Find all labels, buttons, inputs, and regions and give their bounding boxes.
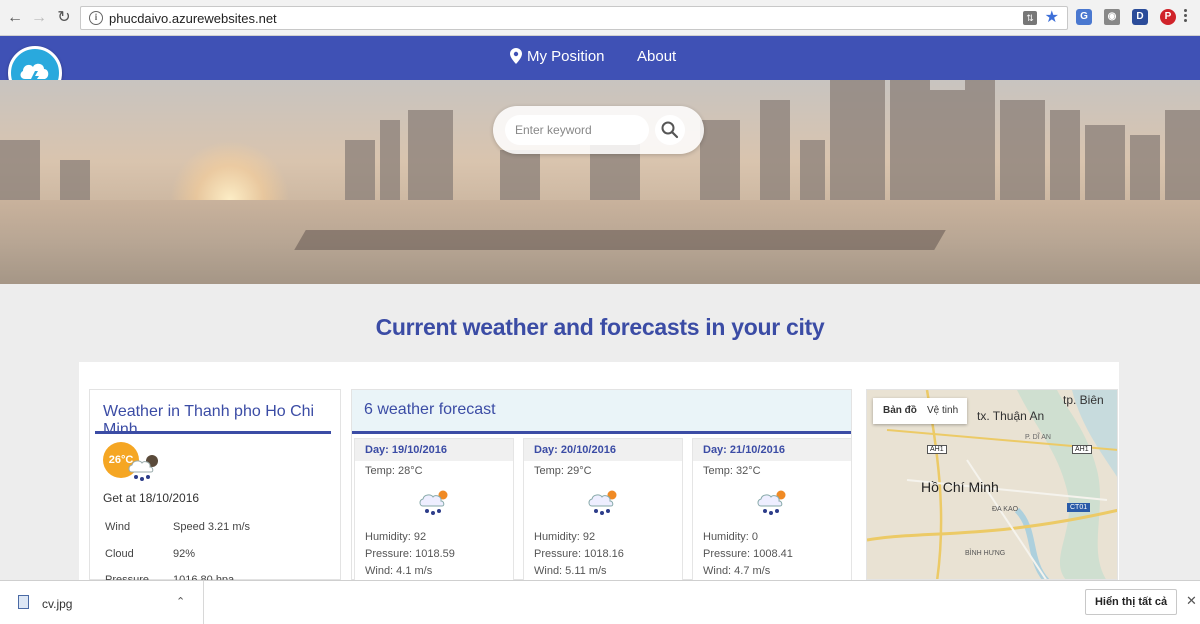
d-extension-label: D bbox=[1136, 11, 1144, 22]
updated-at: Get at 18/10/2016 bbox=[103, 491, 200, 505]
page-heading: Current weather and forecasts in your ci… bbox=[375, 314, 825, 340]
search-input[interactable] bbox=[505, 115, 649, 145]
pier bbox=[294, 230, 946, 250]
forecast-temp: Temp: 32°C bbox=[703, 465, 761, 477]
forecast-pressure: Pressure: 1018.59 bbox=[365, 548, 455, 560]
forecast-humidity: Humidity: 0 bbox=[703, 531, 759, 543]
forecast-header: 6 weather forecast bbox=[352, 390, 851, 434]
forecast-day-card: Day: 19/10/2016 Temp: 28°C Humidity: 92 … bbox=[354, 438, 514, 581]
forecast-humidity: Humidity: 92 bbox=[534, 531, 596, 543]
map-type-tabs: Bản đồ Vệ tinh bbox=[873, 398, 967, 424]
forecast-title: 6 weather forecast bbox=[364, 401, 496, 418]
forecast-day: Day: 20/10/2016 bbox=[534, 444, 616, 456]
download-item[interactable]: cv.jpg ⌃ bbox=[0, 581, 204, 624]
cloud-value: 92% bbox=[173, 548, 196, 560]
title-underline bbox=[95, 431, 331, 434]
map-label-thuan-an: tx. Thuận An bbox=[977, 409, 1045, 423]
wind-value: Speed 3.21 m/s bbox=[173, 521, 251, 533]
forward-arrow-icon[interactable]: → bbox=[30, 9, 48, 27]
map-widget[interactable]: Bản đồ Vệ tinh tp. Biên tx. Thuận An P. … bbox=[866, 389, 1118, 580]
forecast-day: Day: 21/10/2016 bbox=[703, 444, 785, 456]
download-filename[interactable]: cv.jpg bbox=[42, 597, 72, 611]
forecast-wind: Wind: 5.11 m/s bbox=[534, 565, 607, 577]
image-file-icon bbox=[18, 595, 29, 609]
forecast-wind: Wind: 4.7 m/s bbox=[703, 565, 771, 577]
search-box bbox=[493, 106, 704, 154]
forecast-day-card: Day: 20/10/2016 Temp: 29°C Humidity: 92 … bbox=[523, 438, 683, 581]
reload-icon[interactable]: ↻ bbox=[55, 9, 73, 27]
browser-menu-icon[interactable] bbox=[1184, 9, 1188, 25]
forecast-card: 6 weather forecast Day: 19/10/2016 Temp:… bbox=[351, 389, 852, 581]
chevron-up-icon[interactable]: ⌃ bbox=[176, 595, 185, 608]
forecast-pressure: Pressure: 1018.16 bbox=[534, 548, 624, 560]
search-icon bbox=[661, 121, 679, 139]
pinterest-icon[interactable]: P bbox=[1160, 9, 1176, 25]
camera-extension-icon[interactable]: ◉ bbox=[1104, 9, 1120, 25]
wind-label: Wind bbox=[105, 521, 131, 533]
map-label-da-kao: ĐA KAO bbox=[992, 506, 1019, 513]
rain-sun-icon bbox=[757, 490, 786, 515]
nav-about[interactable]: About bbox=[637, 48, 676, 65]
forecast-temp: Temp: 28°C bbox=[365, 465, 423, 477]
map-label-bien: tp. Biên bbox=[1063, 393, 1104, 407]
forecast-humidity: Humidity: 92 bbox=[365, 531, 427, 543]
show-all-downloads-button[interactable]: Hiển thị tất cả bbox=[1085, 589, 1177, 615]
downloads-bar: cv.jpg ⌃ Hiển thị tất cả ✕ bbox=[0, 580, 1200, 624]
road-badge-ct01: CT01 bbox=[1067, 503, 1091, 512]
info-icon[interactable]: i bbox=[89, 11, 103, 25]
forecast-temp: Temp: 29°C bbox=[534, 465, 592, 477]
map-label-binh-hung: BÌNH HƯNG bbox=[965, 550, 1006, 557]
tab-satellite[interactable]: Vệ tinh bbox=[927, 405, 958, 416]
road-badge-ah1: AH1 bbox=[1072, 445, 1092, 454]
close-icon[interactable]: ✕ bbox=[1186, 593, 1197, 609]
forecast-underline bbox=[352, 431, 851, 434]
bookmark-star-icon[interactable]: ★ bbox=[1045, 9, 1059, 27]
road-badge-ah1: AH1 bbox=[927, 445, 947, 454]
cloud-label: Cloud bbox=[105, 548, 134, 560]
address-bar[interactable]: i phucdaivo.azurewebsites.net ⇅ ★ bbox=[80, 6, 1068, 30]
current-weather-card: Weather in Thanh pho Ho Chi Minh 26°C Ge… bbox=[89, 389, 341, 586]
search-button[interactable] bbox=[655, 115, 685, 145]
rain-sun-icon bbox=[588, 490, 617, 515]
forecast-day-card: Day: 21/10/2016 Temp: 32°C Humidity: 0 P… bbox=[692, 438, 852, 581]
rain-cloud-icon bbox=[128, 455, 158, 481]
tab-map[interactable]: Bản đồ bbox=[883, 405, 917, 416]
map-label-di-an: P. DĨ AN bbox=[1025, 434, 1051, 441]
translate-icon[interactable]: ⇅ bbox=[1023, 11, 1037, 25]
site-navbar: My Position About bbox=[0, 36, 1200, 80]
map-label-city: Hồ Chí Minh bbox=[921, 479, 999, 495]
map-pin-icon bbox=[510, 48, 522, 64]
d-extension-icon[interactable]: D bbox=[1132, 9, 1148, 25]
back-arrow-icon[interactable]: ← bbox=[6, 9, 24, 27]
rain-sun-icon bbox=[419, 490, 448, 515]
forecast-pressure: Pressure: 1008.41 bbox=[703, 548, 793, 560]
browser-toolbar: ← → ↻ i phucdaivo.azurewebsites.net ⇅ ★ … bbox=[0, 0, 1200, 36]
forecast-wind: Wind: 4.1 m/s bbox=[365, 565, 433, 577]
url-text[interactable]: phucdaivo.azurewebsites.net bbox=[109, 11, 277, 26]
translate-extension-icon[interactable]: G bbox=[1076, 9, 1092, 25]
forecast-day: Day: 19/10/2016 bbox=[365, 444, 447, 456]
nav-my-position[interactable]: My Position bbox=[527, 48, 605, 65]
